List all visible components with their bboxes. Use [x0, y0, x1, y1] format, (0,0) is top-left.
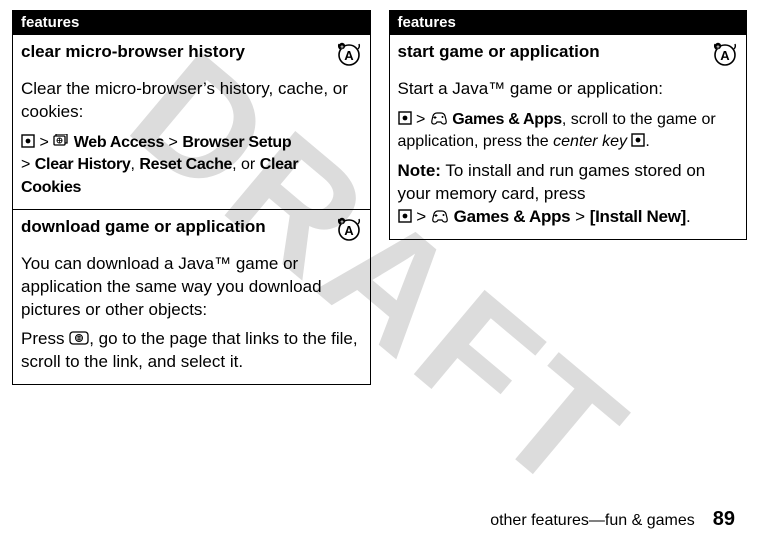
web-access-icon [53, 134, 69, 152]
reset-cache-label: Reset Cache [139, 156, 232, 173]
center-key-icon [398, 111, 412, 129]
browser-setup-label: Browser Setup [182, 134, 291, 151]
left-table: features clear micro-browser history A + [12, 10, 371, 385]
page-content: features clear micro-browser history A + [0, 0, 759, 385]
press-label: Press [21, 329, 64, 348]
gt1: > [39, 134, 48, 151]
left-column: features clear micro-browser history A + [12, 10, 371, 385]
download-app-desc: You can download a Java™ game or applica… [21, 253, 362, 322]
clear-history-title: clear micro-browser history [21, 41, 245, 62]
network-badge-icon: A + [336, 41, 362, 72]
right-table: features start game or application A + [389, 10, 748, 240]
svg-text:+: + [340, 220, 344, 226]
web-access-label: Web Access [74, 134, 164, 151]
center-key-text: center key [553, 133, 627, 150]
center-key-icon [21, 134, 35, 152]
gt3: > [21, 156, 30, 173]
network-badge-icon: A + [336, 216, 362, 247]
gt6: > [575, 207, 585, 226]
download-app-title: download game or application [21, 216, 266, 237]
note-label: Note: [398, 161, 441, 180]
left-header: features [13, 11, 370, 34]
cell-start-app: start game or application A + Start a Ja… [390, 34, 747, 239]
network-badge-icon: A + [712, 41, 738, 72]
install-new-label: [Install New] [590, 207, 686, 226]
cell-download-app: download game or application A + You can… [13, 209, 370, 384]
start-app-note: Note: To install and run games stored on… [398, 160, 739, 229]
page-footer: other features—fun & games 89 [490, 508, 735, 531]
svg-text:+: + [716, 45, 720, 51]
right-column: features start game or application A + [389, 10, 748, 385]
footer-section: other features—fun & games [490, 512, 695, 530]
svg-text:+: + [340, 45, 344, 51]
start-app-desc: Start a Java™ game or application: [398, 78, 739, 101]
download-app-instruction: Press , go to the page that links to the… [21, 328, 362, 374]
svg-text:A: A [344, 223, 354, 238]
cell-clear-history: clear micro-browser history A + Clear th… [13, 34, 370, 209]
svg-text:A: A [344, 48, 354, 63]
clear-history-path: > Web Access > Browser Setup > Clear His… [21, 132, 362, 199]
start-app-title: start game or application [398, 41, 600, 62]
center-key-icon [631, 133, 645, 151]
games-apps-label-2: Games & Apps [454, 207, 571, 226]
browser-key-icon [69, 331, 89, 348]
clear-history-label: Clear History [35, 156, 131, 173]
clear-history-desc: Clear the micro-browser’s history, cache… [21, 78, 362, 124]
gt2: > [169, 134, 178, 151]
start-app-path: > Games & Apps, scroll to the game or ap… [398, 109, 739, 154]
gt5: > [416, 207, 426, 226]
gt4: > [416, 111, 425, 128]
games-apps-icon [431, 209, 449, 226]
svg-text:A: A [720, 48, 730, 63]
games-apps-icon [430, 111, 448, 129]
or-text: or [241, 156, 255, 173]
games-apps-label-1: Games & Apps [452, 111, 562, 128]
center-key-icon [398, 209, 412, 226]
right-header: features [390, 11, 747, 34]
page-number: 89 [713, 508, 735, 531]
note-text: To install and run games stored on your … [398, 161, 706, 203]
